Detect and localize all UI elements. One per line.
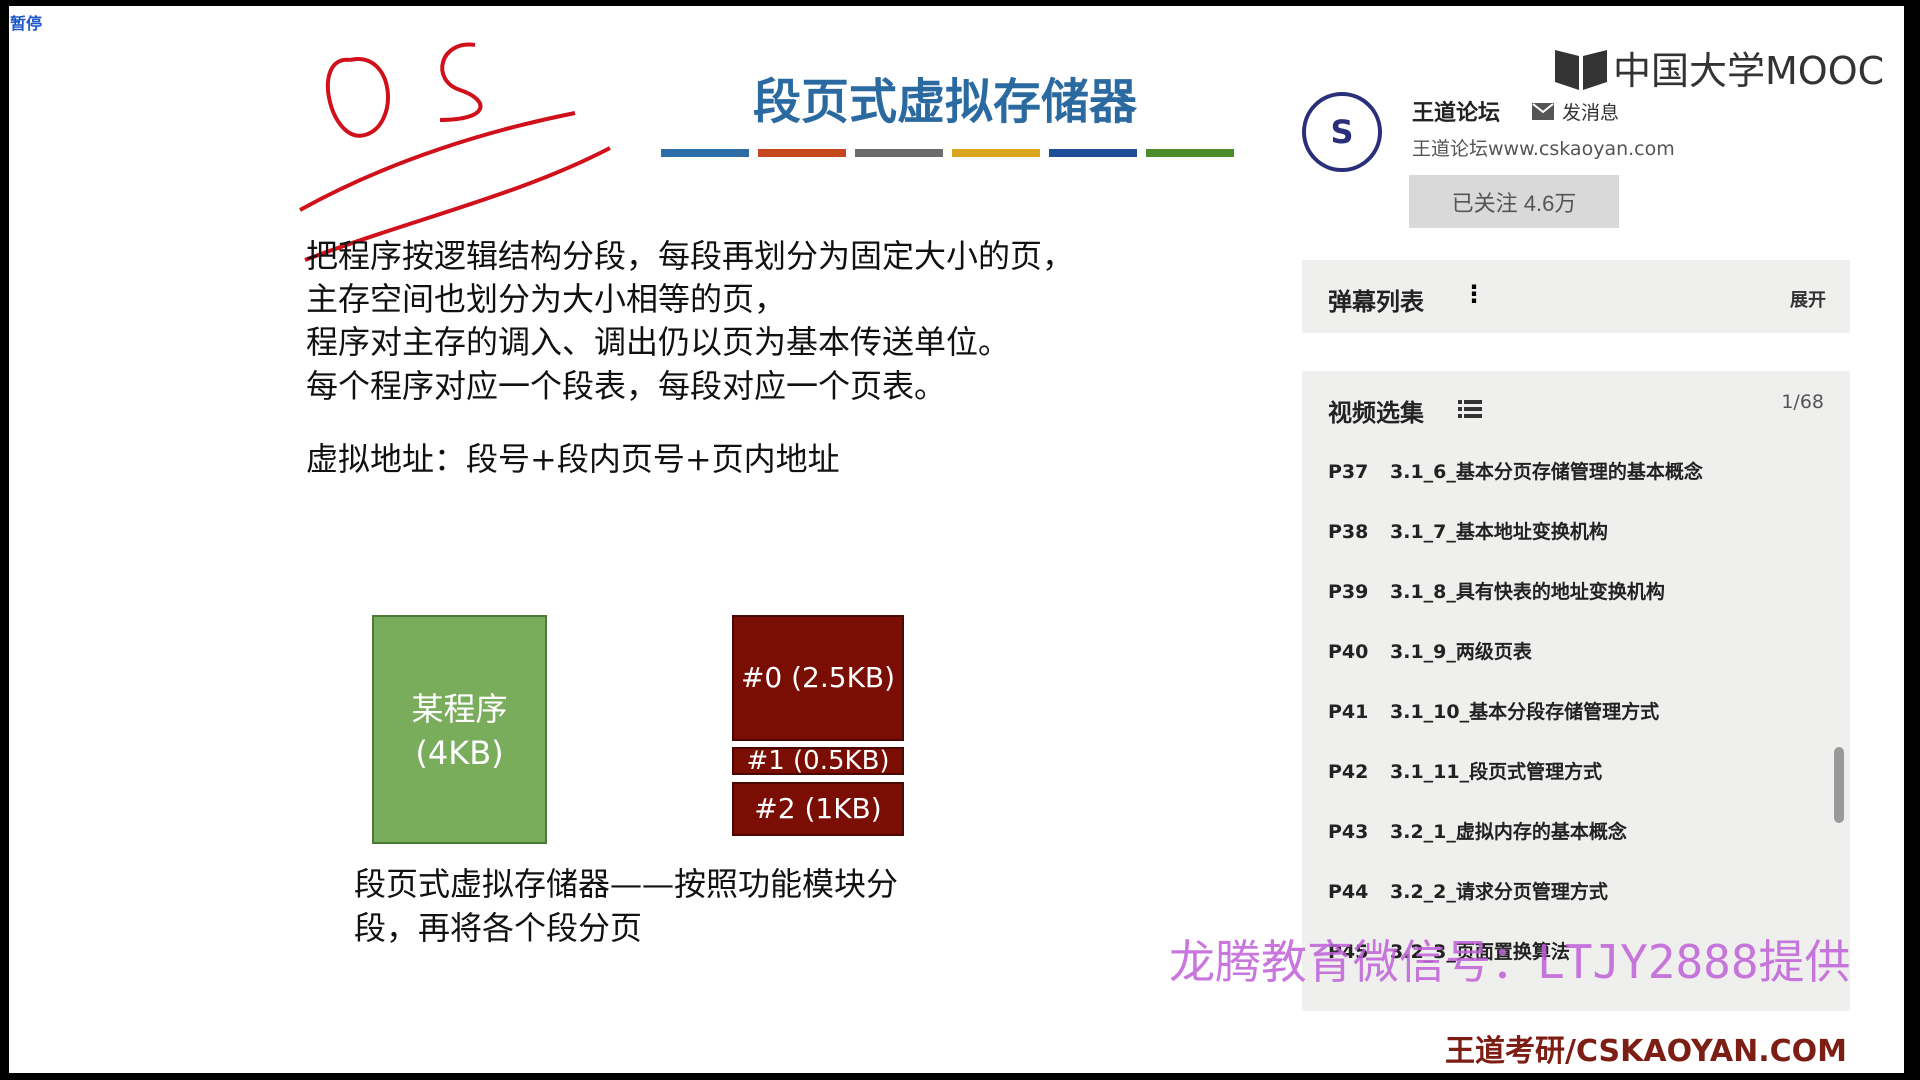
episode-number: P39: [1328, 581, 1369, 603]
playlist-item[interactable]: P38 3.1_7_基本地址变换机构: [1328, 517, 1608, 544]
body-line: 程序对主存的调入、调出仍以页为基本传送单位。: [306, 323, 1011, 361]
diagram-caption: 段页式虚拟存储器——按照功能模块分 段，再将各个段分页: [354, 862, 898, 950]
episode-number: P43: [1328, 821, 1369, 843]
playlist-item[interactable]: P44 3.2_2_请求分页管理方式: [1328, 877, 1608, 904]
segment-0: #0 (2.5KB): [732, 615, 904, 741]
title-color-bar: [1049, 149, 1137, 157]
slide-title: 段页式虚拟存储器: [752, 74, 1137, 130]
caption-line: 段，再将各个段分页: [354, 909, 643, 947]
episode-title: 3.2_2_请求分页管理方式: [1390, 881, 1608, 903]
expand-button[interactable]: 展开: [1790, 286, 1826, 312]
episode-number: P37: [1328, 461, 1369, 483]
playlist-scrollbar[interactable]: [1834, 747, 1844, 823]
mooc-logo: 中国大学MOOC: [1555, 40, 1884, 95]
playlist-panel: 视频选集 1/68 P37 3.1_6_基本分页存储管理的基本概念 P38 3.1_7…: [1302, 371, 1850, 1011]
episode-title: 3.1_7_基本地址变换机构: [1390, 521, 1608, 543]
more-icon[interactable]: ⋮: [1462, 280, 1486, 308]
caption-line: 段页式虚拟存储器——按照功能模块分: [354, 865, 899, 903]
playlist-item[interactable]: P41 3.1_10_基本分段存储管理方式: [1328, 697, 1659, 724]
segment-1: #1 (0.5KB): [732, 747, 904, 775]
episode-number: P41: [1328, 701, 1369, 723]
episode-number: P40: [1328, 641, 1369, 663]
title-color-bar: [952, 149, 1040, 157]
playlist-title: 视频选集: [1328, 399, 1424, 427]
follow-button[interactable]: 已关注 4.6万: [1409, 175, 1619, 228]
logo-text: 中国大学MOOC: [1613, 49, 1885, 93]
episode-title: 3.1_11_段页式管理方式: [1390, 761, 1603, 783]
list-icon[interactable]: [1458, 399, 1482, 419]
author-name[interactable]: 王道论坛: [1412, 95, 1500, 127]
episode-title: 3.1_8_具有快表的地址变换机构: [1390, 581, 1665, 603]
message-label: 发消息: [1562, 102, 1620, 124]
title-color-bar: [855, 149, 943, 157]
body-line: 每个程序对应一个段表，每段对应一个页表。: [306, 367, 947, 405]
title-color-bar: [758, 149, 846, 157]
segment-2: #2 (1KB): [732, 782, 904, 836]
title-color-bar: [661, 149, 749, 157]
episode-title: 3.1_10_基本分段存储管理方式: [1390, 701, 1660, 723]
avatar[interactable]: S: [1302, 92, 1382, 172]
program-label: 某程序: [411, 690, 508, 728]
message-button[interactable]: 发消息: [1532, 98, 1619, 125]
pause-status: 暂停: [10, 14, 43, 33]
playlist-count: 1/68: [1781, 391, 1824, 413]
danmaku-title: 弹幕列表: [1328, 288, 1424, 316]
book-icon: [1555, 49, 1607, 90]
playlist-item[interactable]: P39 3.1_8_具有快表的地址变换机构: [1328, 577, 1665, 604]
title-color-bar: [1146, 149, 1234, 157]
author-description: 王道论坛www.cskaoyan.com: [1412, 138, 1675, 160]
playlist-item[interactable]: P40 3.1_9_两级页表: [1328, 637, 1532, 664]
playlist-item[interactable]: P43 3.2_1_虚拟内存的基本概念: [1328, 817, 1627, 844]
episode-title: 3.1_6_基本分页存储管理的基本概念: [1390, 461, 1703, 483]
episode-number: P44: [1328, 881, 1369, 903]
episode-number: P42: [1328, 761, 1369, 783]
watermark: 龙腾教育微信号：LTJY2888提供: [1169, 935, 1851, 989]
playlist-item[interactable]: P37 3.1_6_基本分页存储管理的基本概念: [1328, 457, 1703, 484]
danmaku-panel: 弹幕列表 ⋮ 展开: [1302, 260, 1850, 333]
episode-number: P38: [1328, 521, 1369, 543]
playlist-item[interactable]: P42 3.1_11_段页式管理方式: [1328, 757, 1602, 784]
program-block: 某程序 (4KB): [372, 615, 547, 844]
mail-icon: [1532, 103, 1554, 120]
body-line: 主存空间也划分为大小相等的页，: [306, 280, 787, 318]
body-line: 把程序按逻辑结构分段，每段再划分为固定大小的页，: [306, 237, 1075, 275]
episode-title: 3.1_9_两级页表: [1390, 641, 1532, 663]
virtual-address: 虚拟地址：段号+段内页号+页内地址: [306, 440, 840, 478]
episode-title: 3.2_1_虚拟内存的基本概念: [1390, 821, 1627, 843]
program-size: (4KB): [415, 734, 504, 772]
brand-footer: 王道考研/CSKAOYAN.COM: [1445, 1034, 1847, 1069]
